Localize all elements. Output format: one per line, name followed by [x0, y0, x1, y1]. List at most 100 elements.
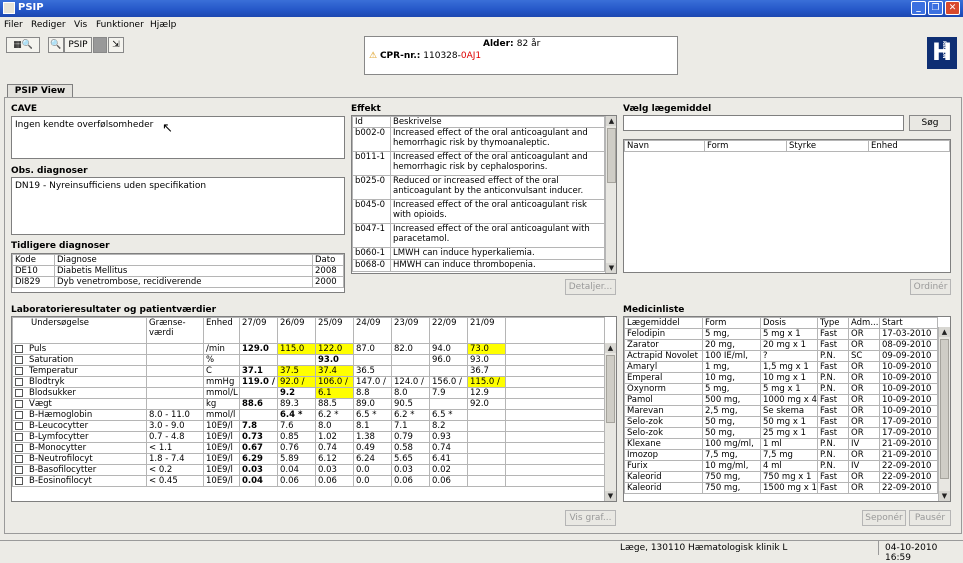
scroll-down-icon[interactable]: ▼	[939, 491, 950, 501]
lab-scrollbar[interactable]: ▲ ▼	[604, 343, 616, 501]
tab-psip-view[interactable]: PSIP View	[7, 84, 73, 98]
close-button[interactable]: ✕	[945, 1, 960, 15]
row-checkbox[interactable]	[15, 454, 23, 463]
row-checkbox[interactable]	[15, 399, 23, 408]
col-graensevaerdi: Grænse-værdi	[146, 317, 204, 344]
table-row[interactable]: b045-0 Increased effect of the oral antic…	[352, 199, 605, 224]
patient-tools-icon[interactable]: ▦🔍	[6, 37, 40, 53]
row-checkbox[interactable]	[15, 421, 23, 430]
obs-field[interactable]: DN19 - Nyreinsufficiens uden specifikati…	[11, 177, 345, 235]
search-icon[interactable]: 🔍	[48, 37, 64, 53]
col-id: Id	[352, 116, 391, 128]
table-row[interactable]: Oxynorm 5 mg, 5 mg x 1 P.N. OR 10-09-2010	[624, 383, 938, 395]
row-checkbox[interactable]	[15, 388, 23, 397]
table-row[interactable]: B-Monocytter < 1.1 10E9/l 0.67 0.76 0.74 0.49 0…	[12, 442, 605, 454]
menu-vis[interactable]: Vis	[74, 20, 87, 30]
col-form: Form	[704, 140, 787, 152]
stop-icon[interactable]	[93, 37, 107, 53]
table-row[interactable]: B-Basofilocytter < 0.2 10E9/l 0.03 0.04 0.03 0…	[12, 464, 605, 476]
table-row[interactable]: Kaleorid 750 mg, 1500 mg x 1 Fast OR 22-09-20…	[624, 482, 938, 494]
row-checkbox[interactable]	[15, 377, 23, 386]
col-undersoegelse: Undersøgelse	[12, 317, 147, 344]
scroll-down-icon[interactable]: ▼	[605, 491, 616, 501]
table-row[interactable]: Imozop 7,5 mg, 7,5 mg P.N. OR 21-09-2010	[624, 449, 938, 461]
table-row[interactable]: Furix 10 mg/ml, 4 ml P.N. IV 22-09-2010	[624, 460, 938, 472]
menu-funktioner[interactable]: Funktioner	[96, 20, 144, 30]
ordiner-button[interactable]: Ordinér	[910, 279, 951, 295]
col-enhed: Enhed	[868, 140, 950, 152]
row-checkbox[interactable]	[15, 465, 23, 474]
table-row[interactable]: B-Neutrofilocyt 1.8 - 7.4 10E9/l 6.29 5.89 6.…	[12, 453, 605, 465]
table-row[interactable]: Marevan 2,5 mg, Se skema Fast OR 10-09-2010	[624, 405, 938, 417]
row-checkbox[interactable]	[15, 443, 23, 452]
table-row[interactable]: b068-0 HMWH can induce thrombopenia.	[352, 259, 605, 272]
cave-field[interactable]: Ingen kendte overfølsomheder ↖	[11, 116, 345, 159]
drug-search-results: Navn Form Styrke Enhed	[623, 139, 951, 273]
table-row[interactable]: b011-1 Increased effect of the oral antic…	[352, 151, 605, 176]
row-checkbox[interactable]	[15, 355, 23, 364]
obs-label: Obs. diagnoser	[11, 166, 88, 176]
table-row[interactable]: b002-0 Increased effect of the oral antic…	[352, 127, 605, 152]
soeg-button[interactable]: Søg	[909, 115, 951, 131]
search-input[interactable]	[623, 115, 904, 131]
table-row[interactable]: Emperal 10 mg, 10 mg x 1 P.N. OR 10-09-2010	[624, 372, 938, 384]
row-checkbox[interactable]	[15, 366, 23, 375]
col-dato: Dato	[312, 254, 344, 266]
pauser-button[interactable]: Pausér	[909, 510, 951, 526]
row-checkbox[interactable]	[15, 344, 23, 353]
export-icon[interactable]: ⇲	[108, 37, 124, 53]
table-row[interactable]: b025-0 Reduced or increased effect of the…	[352, 175, 605, 200]
table-row[interactable]: Selo-zok 50 mg, 50 mg x 1 Fast OR 17-09-2010	[624, 416, 938, 428]
table-row[interactable]: B-Hæmoglobin 8.0 - 11.0 mmol/l 6.4 * 6.2 * 6.…	[12, 409, 605, 421]
table-row[interactable]: Klexane 100 mg/ml, 1 ml P.N. IV 21-09-2010	[624, 438, 938, 450]
scroll-up-icon[interactable]: ▲	[939, 327, 950, 337]
table-row[interactable]: DI829 Dyb venetrombose, recidiverende 2000	[12, 276, 344, 288]
menu-rediger[interactable]: Rediger	[31, 20, 66, 30]
lab-label: Laboratorieresultater og patientværdier	[11, 305, 217, 315]
col-date-1: 27/09	[239, 317, 278, 344]
table-row[interactable]: Zarator 20 mg, 20 mg x 1 Fast OR 08-09-2010	[624, 339, 938, 351]
col-adm: Adm...	[848, 317, 880, 329]
scroll-down-icon[interactable]: ▼	[606, 263, 616, 273]
cpr-value-red: 0AJ1	[460, 51, 482, 61]
menu-filer[interactable]: Filer	[4, 20, 23, 30]
menu-bar: Filer Rediger Vis Funktioner Hjælp	[0, 18, 963, 32]
table-row[interactable]: Puls/min 129.0 115.0 122.0 87.0 82.0 94.0 73.0	[12, 343, 605, 355]
maximize-button[interactable]: ❐	[928, 1, 943, 15]
menu-hjaelp[interactable]: Hjælp	[150, 20, 176, 30]
table-row[interactable]: Selo-zok 50 mg, 25 mg x 1 Fast OR 17-09-2010	[624, 427, 938, 439]
table-row[interactable]: Blodtryk mmHg 119.0 /92.0 /106.0 /147.0 /1…	[12, 376, 605, 388]
table-row[interactable]: Temperatur C 37.1 37.5 37.4 36.5 36.7	[12, 365, 605, 377]
table-row[interactable]: Actrapid Novolet 100 IE/ml,? P.N. SC 09-09-2…	[624, 350, 938, 362]
table-row[interactable]: B-Leucocytter 3.0 - 9.0 10E9/l 7.8 7.6 8.0 8.1…	[12, 420, 605, 432]
effekt-scrollbar[interactable]: ▲ ▼	[605, 116, 616, 273]
cpr-value: 110328-	[423, 51, 461, 61]
table-row[interactable]: Felodipin 5 mg, 5 mg x 1 Fast OR 17-03-2010	[624, 328, 938, 340]
table-row[interactable]: Blodsukker mmol/L 9.2 6.1 8.8 8.0 7.9 12.9	[12, 387, 605, 399]
table-row[interactable]: b047-1 Increased effect of the oral antic…	[352, 223, 605, 248]
seponer-button[interactable]: Seponér	[862, 510, 906, 526]
minimize-button[interactable]: _	[911, 1, 926, 15]
table-row[interactable]: Amaryl 1 mg, 1,5 mg x 1 Fast OR 10-09-2010	[624, 361, 938, 373]
scroll-up-icon[interactable]: ▲	[605, 343, 616, 353]
scroll-up-icon[interactable]: ▲	[606, 116, 616, 126]
psip-button[interactable]: PSIP	[64, 37, 92, 53]
table-row[interactable]: DE10 Diabetis Mellitus 2008	[12, 265, 344, 277]
table-row[interactable]: Saturation% 93.0 96.0 93.0	[12, 354, 605, 366]
col-date-2: 26/09	[277, 317, 316, 344]
medicin-scrollbar[interactable]: ▲ ▼	[938, 327, 950, 501]
row-checkbox[interactable]	[15, 476, 23, 485]
table-row[interactable]: Kaleorid 750 mg, 750 mg x 1 Fast OR 22-09-201…	[624, 471, 938, 483]
col-form: Form	[702, 317, 761, 329]
table-row[interactable]: Pamol 500 mg, 1000 mg x 4 Fast OR 10-09-2010	[624, 394, 938, 406]
row-checkbox[interactable]	[15, 432, 23, 441]
vis-graf-button[interactable]: Vis graf...	[565, 510, 616, 526]
col-start: Start	[879, 317, 938, 329]
table-row[interactable]: B-Eosinofilocyt < 0.45 10E9/l 0.04 0.06 0.06 0…	[12, 475, 605, 487]
col-navn: Navn	[624, 140, 705, 152]
row-checkbox[interactable]	[15, 410, 23, 419]
table-row[interactable]: b060-1 LMWH can induce hyperkaliemia.	[352, 247, 605, 260]
table-row[interactable]: Vægt kg 88.6 89.3 88.5 89.0 90.5 92.0	[12, 398, 605, 410]
table-row[interactable]: B-Lymfocytter 0.7 - 4.8 10E9/l 0.73 0.85 1.02…	[12, 431, 605, 443]
detaljer-button[interactable]: Detaljer...	[565, 279, 616, 295]
